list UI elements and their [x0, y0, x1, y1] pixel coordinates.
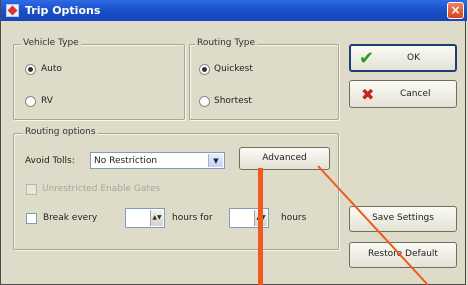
annotation-diagonal-line [317, 165, 429, 285]
